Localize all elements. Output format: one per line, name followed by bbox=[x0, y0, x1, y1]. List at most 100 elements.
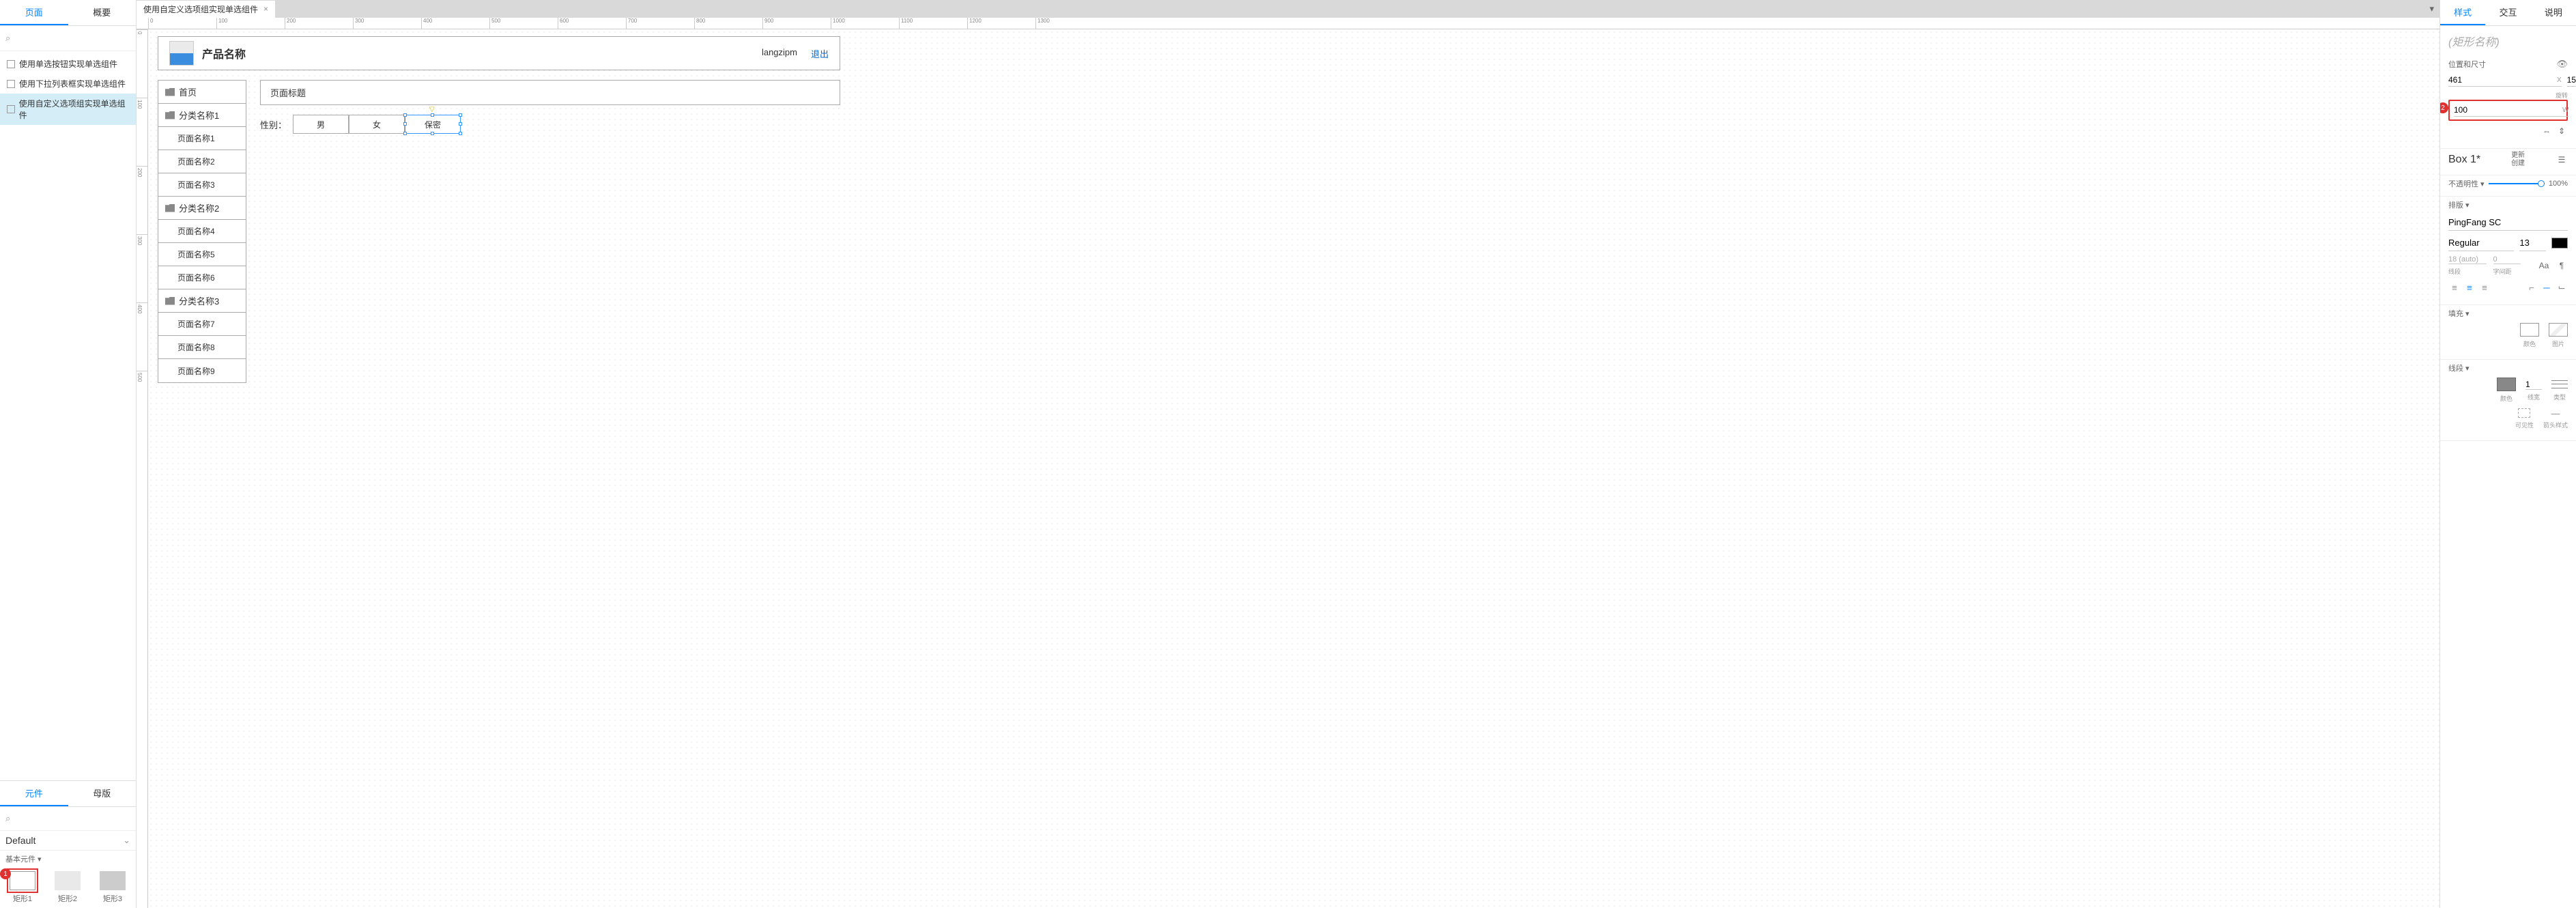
font-weight-select[interactable] bbox=[2448, 235, 2514, 251]
page-list-item[interactable]: 使用单选按钮实现单选组件 bbox=[0, 54, 136, 74]
mockup-nav-item[interactable]: 页面名称3 bbox=[158, 173, 246, 197]
mockup-nav-item[interactable]: 页面名称9 bbox=[158, 359, 246, 382]
radio-option[interactable]: 男 bbox=[293, 115, 349, 134]
text-more-icon[interactable]: ¶ bbox=[2556, 259, 2568, 272]
form-label-gender[interactable]: 性别： bbox=[260, 118, 291, 131]
font-select[interactable] bbox=[2448, 214, 2568, 231]
shape-name-input[interactable]: (矩形名称) bbox=[2440, 26, 2576, 56]
tab-widgets[interactable]: 元件 bbox=[0, 781, 68, 806]
mockup-nav-item[interactable]: 页面名称6 bbox=[158, 266, 246, 289]
mockup-nav-item[interactable]: 页面名称2 bbox=[158, 150, 246, 173]
stroke-color-swatch[interactable] bbox=[2497, 378, 2516, 391]
x-input[interactable] bbox=[2448, 74, 2554, 86]
username-label[interactable]: langzipm bbox=[762, 47, 797, 60]
font-size-input[interactable] bbox=[2519, 235, 2546, 251]
mockup-nav-item[interactable]: 分类名称2 bbox=[158, 197, 246, 220]
radio-option[interactable]: 女 bbox=[349, 115, 405, 134]
widget-shape-item[interactable]: 矩形1 bbox=[10, 871, 35, 904]
page-icon bbox=[7, 105, 15, 113]
shape-preview bbox=[100, 871, 126, 890]
file-tab[interactable]: 使用自定义选项组实现单选组件 × bbox=[137, 1, 275, 18]
style-update-button[interactable]: 更新 bbox=[2511, 152, 2525, 160]
shape-preview bbox=[55, 871, 81, 890]
widget-shape-item[interactable]: 矩形3 bbox=[100, 871, 126, 904]
stroke-label[interactable]: 线段 ▾ bbox=[2448, 363, 2568, 373]
mockup-nav-item[interactable]: 页面名称8 bbox=[158, 336, 246, 359]
visibility-toggle-icon[interactable]: 👁 bbox=[2556, 59, 2568, 70]
fill-label[interactable]: 填充 ▾ bbox=[2448, 308, 2568, 319]
mockup-nav-item[interactable]: 页面名称4 bbox=[158, 220, 246, 243]
page-list-item[interactable]: 使用自定义选项组实现单选组件 bbox=[0, 94, 136, 125]
align-left-icon[interactable]: ≡ bbox=[2448, 281, 2461, 294]
fill-color-swatch[interactable] bbox=[2520, 323, 2539, 337]
y-input[interactable] bbox=[2567, 74, 2576, 86]
style-menu-icon[interactable]: ☰ bbox=[2556, 154, 2568, 166]
style-create-button[interactable]: 创建 bbox=[2511, 160, 2525, 168]
page-icon bbox=[7, 80, 15, 88]
tab-interact[interactable]: 交互 bbox=[2485, 0, 2530, 25]
mockup-sidebar[interactable]: 首页分类名称1页面名称1页面名称2页面名称3分类名称2页面名称4页面名称5页面名… bbox=[158, 80, 246, 383]
folder-icon bbox=[165, 297, 175, 305]
close-tab-icon[interactable]: × bbox=[263, 4, 268, 14]
tab-notes[interactable]: 说明 bbox=[2531, 0, 2576, 25]
search-icon: ⌕ bbox=[5, 813, 10, 824]
folder-icon bbox=[165, 88, 175, 96]
page-list-item[interactable]: 使用下拉列表框实现单选组件 bbox=[0, 74, 136, 94]
mockup-nav-item[interactable]: 页面名称7 bbox=[158, 313, 246, 336]
ruler-vertical: 0100200300400500 bbox=[137, 29, 148, 908]
tabbar-dropdown-icon[interactable]: ▾ bbox=[2424, 3, 2439, 14]
valign-bottom-icon[interactable]: ⌙ bbox=[2556, 281, 2568, 294]
widget-search-input[interactable] bbox=[13, 814, 133, 824]
mockup-nav-item[interactable]: 分类名称1 bbox=[158, 104, 246, 127]
opacity-value: 100% bbox=[2549, 180, 2568, 188]
flip-v-icon[interactable]: ⇕ bbox=[2556, 125, 2568, 137]
stroke-visibility-icon[interactable] bbox=[2518, 408, 2530, 418]
ruler-horizontal: 0100200300400500600700800900100011001200… bbox=[137, 18, 2439, 29]
tab-masters[interactable]: 母版 bbox=[68, 781, 137, 806]
file-tab-label: 使用自定义选项组实现单选组件 bbox=[143, 3, 258, 15]
font-color-swatch[interactable] bbox=[2551, 238, 2568, 249]
widget-shape-item[interactable]: 矩形2 bbox=[55, 871, 81, 904]
page-icon bbox=[7, 60, 15, 68]
arrow-style-icon[interactable]: — bbox=[2546, 408, 2565, 418]
mockup-nav-item[interactable]: 页面名称1 bbox=[158, 127, 246, 150]
page-search-input[interactable] bbox=[13, 33, 133, 44]
annotation-badge-2: 2 bbox=[2439, 102, 2448, 113]
folder-icon bbox=[165, 111, 175, 119]
stroke-type-select[interactable]: 类型 bbox=[2553, 393, 2566, 401]
mockup-header[interactable]: 产品名称 langzipm 退出 bbox=[158, 36, 840, 70]
canvas[interactable]: 产品名称 langzipm 退出 首页分类名称1页面名称1页面名称2页面名称3分… bbox=[148, 29, 2439, 908]
fill-image-swatch[interactable] bbox=[2549, 323, 2568, 337]
align-center-icon[interactable]: ≡ bbox=[2463, 281, 2476, 294]
search-icon: ⌕ bbox=[5, 33, 10, 44]
tab-overview[interactable]: 概要 bbox=[68, 0, 137, 25]
tab-pages[interactable]: 页面 bbox=[0, 0, 68, 25]
lib-section-title[interactable]: 基本元件 ▾ bbox=[0, 851, 136, 867]
letter-spacing-input[interactable] bbox=[2493, 255, 2521, 264]
mockup-page-title[interactable]: 页面标题 bbox=[260, 80, 840, 105]
mockup-nav-item[interactable]: 页面名称5 bbox=[158, 243, 246, 266]
radio-option[interactable]: 保密▽ bbox=[405, 115, 461, 134]
pos-size-label: 位置和尺寸 bbox=[2448, 59, 2486, 70]
chevron-down-icon: ⌄ bbox=[123, 835, 130, 846]
valign-middle-icon[interactable]: ─ bbox=[2541, 281, 2553, 294]
style-name[interactable]: Box 1* bbox=[2448, 154, 2480, 166]
mockup-nav-item[interactable]: 首页 bbox=[158, 81, 246, 104]
valign-top-icon[interactable]: ⌐ bbox=[2525, 281, 2538, 294]
typeset-label[interactable]: 排版 ▾ bbox=[2448, 199, 2568, 210]
stroke-width-input[interactable] bbox=[2525, 380, 2542, 390]
align-right-icon[interactable]: ≡ bbox=[2478, 281, 2491, 294]
tab-style[interactable]: 样式 bbox=[2440, 0, 2485, 25]
product-title[interactable]: 产品名称 bbox=[202, 45, 246, 61]
mockup-nav-item[interactable]: 分类名称3 bbox=[158, 289, 246, 313]
logout-link[interactable]: 退出 bbox=[811, 47, 829, 60]
opacity-slider[interactable] bbox=[2489, 183, 2545, 184]
width-input[interactable] bbox=[2454, 104, 2560, 116]
library-select[interactable]: Default ⌄ bbox=[0, 831, 136, 851]
text-case-icon[interactable]: Aa bbox=[2538, 259, 2550, 272]
folder-icon bbox=[165, 204, 175, 212]
logo-placeholder[interactable] bbox=[169, 41, 194, 66]
line-height-input[interactable] bbox=[2448, 255, 2487, 264]
shape-preview bbox=[10, 871, 35, 890]
flip-h-icon[interactable]: ⇔ bbox=[2541, 125, 2553, 137]
